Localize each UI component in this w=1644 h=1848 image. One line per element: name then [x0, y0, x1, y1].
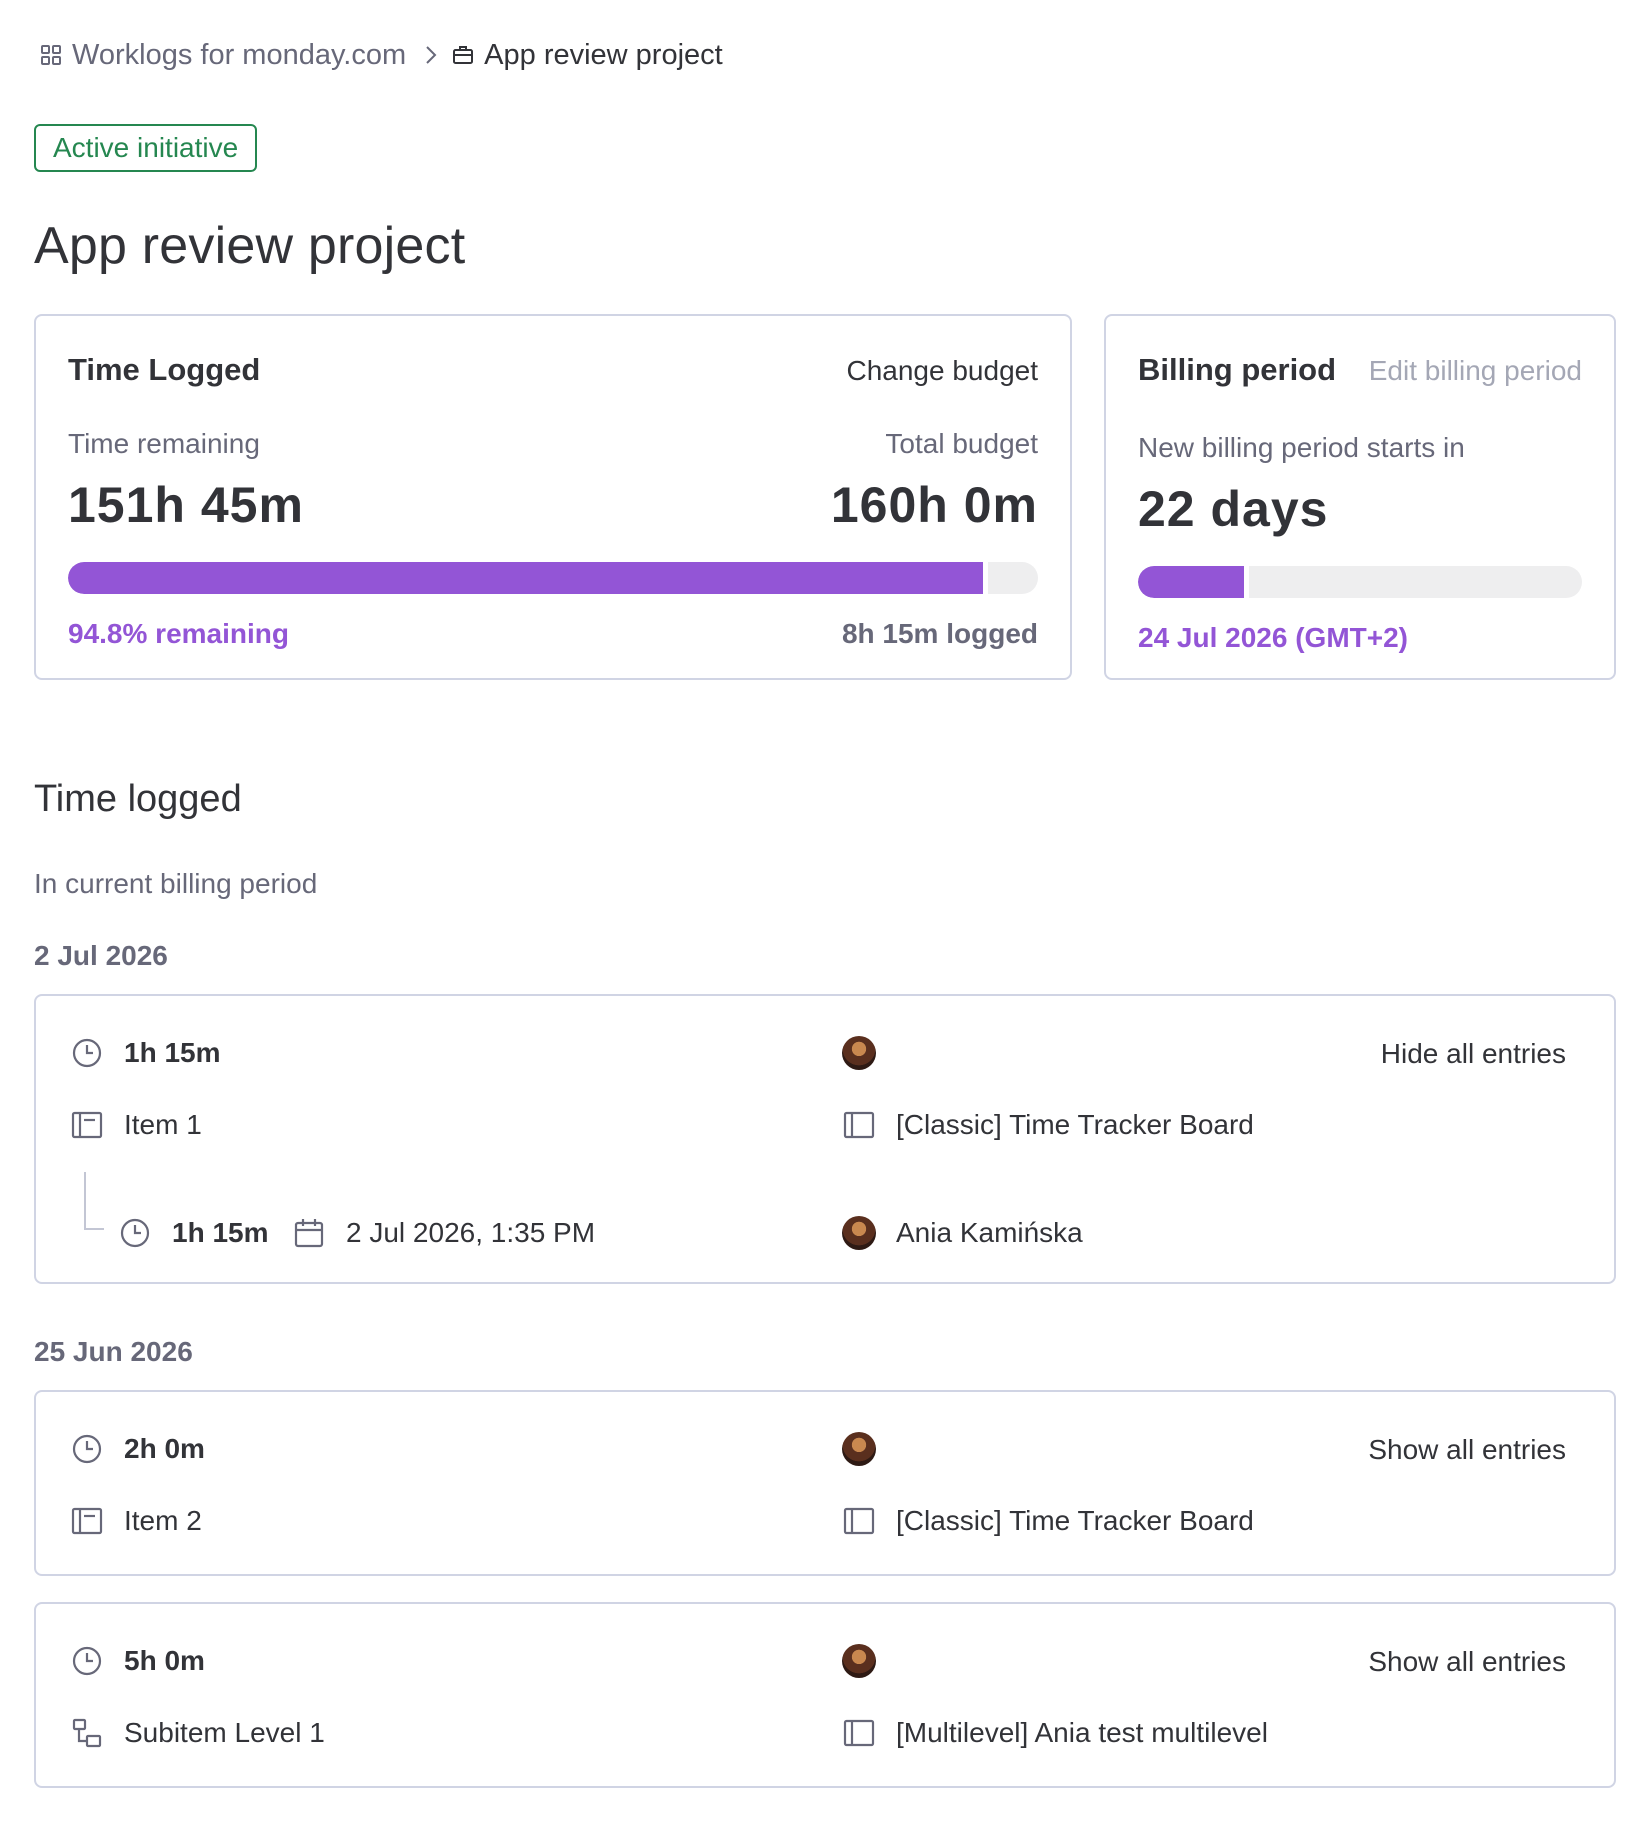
time-logged-section-title: Time logged — [34, 778, 242, 820]
breadcrumb-current: App review project — [452, 39, 723, 72]
breadcrumb-root-label: Worklogs for monday.com — [72, 38, 407, 71]
sub-entry-row: 1h 15m — [118, 1216, 269, 1250]
time-logged-card: Time Logged Change budget Time remaining… — [34, 314, 1072, 680]
board-icon — [842, 1108, 876, 1142]
sub-entry-datetime: 2 Jul 2026, 1:35 PM — [346, 1217, 596, 1248]
avatar — [842, 1432, 876, 1466]
subitem-icon — [70, 1716, 104, 1750]
calendar-icon — [292, 1216, 326, 1250]
apps-grid-icon — [40, 44, 62, 66]
entry-duration: 2h 0m — [124, 1433, 205, 1464]
breadcrumb-current-label: App review project — [484, 38, 723, 71]
sub-entry-duration: 1h 15m — [172, 1217, 269, 1248]
sub-entry-user: Ania Kamińska — [896, 1217, 1083, 1248]
avatar — [842, 1216, 876, 1250]
breadcrumb: Worklogs for monday.com App review proje… — [40, 38, 723, 72]
avatar — [842, 1036, 876, 1070]
entry-board-name[interactable]: [Classic] Time Tracker Board — [896, 1505, 1254, 1537]
clock-icon — [118, 1216, 152, 1250]
show-all-entries-button[interactable]: Show all entries — [1368, 1434, 1566, 1466]
logged-total: 8h 15m logged — [841, 618, 1038, 649]
billing-days-value: 22 days — [1138, 481, 1329, 537]
time-remaining-value: 151h 45m — [68, 477, 304, 533]
billing-progress-fill — [1138, 566, 1249, 598]
total-budget-value: 160h 0m — [830, 477, 1038, 533]
board-icon — [842, 1716, 876, 1750]
edit-billing-period-link[interactable]: Edit billing period — [1369, 355, 1582, 387]
item-icon — [70, 1504, 104, 1538]
sub-entry-connector — [84, 1172, 104, 1230]
time-logged-section-subtitle: In current billing period — [34, 868, 318, 899]
chevron-right-icon — [424, 44, 438, 66]
entry-duration: 5h 0m — [124, 1645, 205, 1676]
billing-progress-bar — [1138, 566, 1582, 598]
billing-period-title: Billing period — [1138, 352, 1337, 387]
remaining-percent: 94.8% remaining — [68, 618, 289, 649]
entry-board-name[interactable]: [Multilevel] Ania test multilevel — [896, 1717, 1268, 1749]
total-budget-label: Total budget — [885, 428, 1038, 459]
budget-progress-fill — [68, 562, 988, 594]
status-badge: Active initiative — [34, 124, 258, 172]
worklog-entry-card: 2h 0m Show all entries Item 2 [Classic] … — [34, 1390, 1616, 1576]
billing-starts-label: New billing period starts in — [1138, 432, 1465, 463]
board-icon — [842, 1504, 876, 1538]
entry-item-name[interactable]: Item 1 — [124, 1109, 202, 1141]
worklog-entry-card: 1h 15m Hide all entries Item 1 [Classic]… — [34, 994, 1616, 1284]
billing-period-card: Billing period Edit billing period New b… — [1104, 314, 1616, 680]
clock-icon — [70, 1432, 104, 1466]
page-title: App review project — [34, 217, 466, 275]
show-all-entries-button[interactable]: Show all entries — [1368, 1646, 1566, 1678]
entry-item-name[interactable]: Item 2 — [124, 1505, 202, 1537]
entry-item-name[interactable]: Subitem Level 1 — [124, 1717, 325, 1749]
time-logged-card-title: Time Logged — [68, 352, 261, 387]
next-billing-date: 24 Jul 2026 (GMT+2) — [1138, 622, 1409, 653]
change-budget-link[interactable]: Change budget — [846, 355, 1038, 387]
hide-all-entries-button[interactable]: Hide all entries — [1381, 1038, 1566, 1070]
briefcase-icon — [452, 44, 474, 66]
time-remaining-label: Time remaining — [68, 428, 260, 459]
clock-icon — [70, 1644, 104, 1678]
entry-board-name[interactable]: [Classic] Time Tracker Board — [896, 1109, 1254, 1141]
clock-icon — [70, 1036, 104, 1070]
date-heading: 25 Jun 2026 — [34, 1336, 193, 1367]
avatar — [842, 1644, 876, 1678]
worklog-entry-card: 5h 0m Show all entries Subitem Level 1 [… — [34, 1602, 1616, 1788]
entry-duration: 1h 15m — [124, 1037, 221, 1068]
breadcrumb-root[interactable]: Worklogs for monday.com — [40, 39, 406, 72]
budget-progress-bar — [68, 562, 1038, 594]
date-heading: 2 Jul 2026 — [34, 940, 168, 971]
item-icon — [70, 1108, 104, 1142]
